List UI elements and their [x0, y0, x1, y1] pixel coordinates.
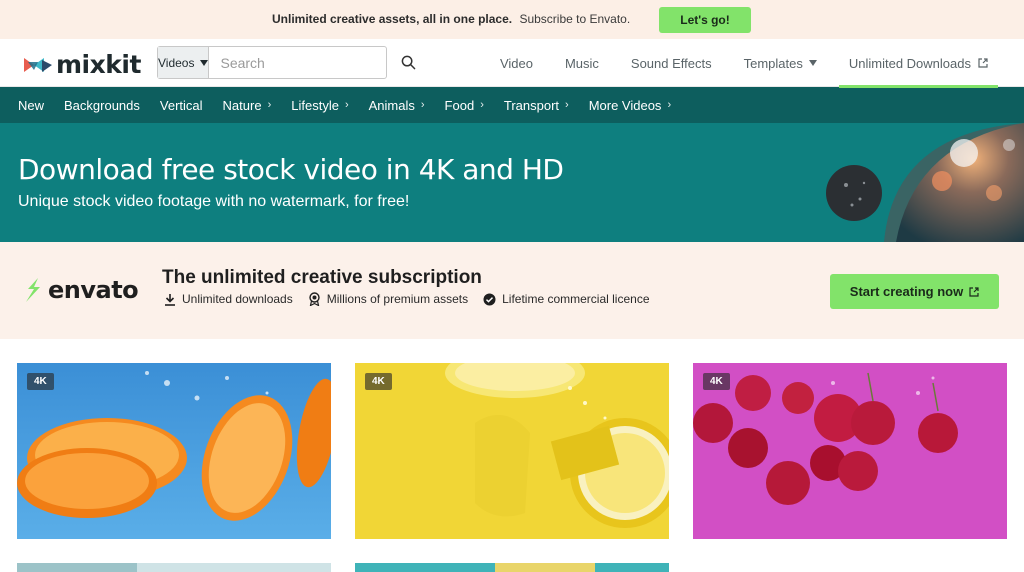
nav-unlimited-downloads[interactable]: Unlimited Downloads: [838, 39, 999, 88]
envato-title: The unlimited creative subscription: [162, 267, 482, 288]
promo-headline: Unlimited creative assets, all in one pl…: [272, 12, 513, 26]
video-card-lemons[interactable]: 4K: [355, 363, 669, 539]
chevron-right-icon: ›: [667, 99, 672, 111]
resolution-badge: 4K: [365, 373, 392, 390]
promo-bar: Unlimited creative assets, all in one pl…: [0, 0, 1024, 39]
category-food[interactable]: Food ›: [445, 98, 484, 113]
video-card-partial[interactable]: [355, 563, 669, 572]
search-category-label: Videos: [158, 55, 195, 70]
logo-wordmark: mixkit: [56, 50, 141, 79]
video-card-cherries[interactable]: 4K: [693, 363, 1007, 539]
video-card-oranges[interactable]: 4K: [17, 363, 331, 539]
nav-video-label: Video: [499, 55, 533, 71]
external-link-icon: [978, 58, 988, 68]
nav-music[interactable]: Music: [555, 39, 609, 87]
envato-promo-bar: envato The unlimited creative subscripti…: [0, 242, 1024, 339]
category-label: Backgrounds: [64, 97, 140, 113]
hero-decorative-image: [826, 123, 1024, 242]
search-button[interactable]: [401, 47, 416, 78]
category-label: Lifestyle: [291, 97, 339, 113]
feature-label: Unlimited downloads: [182, 292, 293, 306]
feature-commercial-licence: Lifetime commercial licence: [483, 292, 650, 306]
resolution-badge: 4K: [27, 373, 54, 390]
chevron-right-icon: ›: [267, 99, 272, 111]
category-label: More Videos: [588, 97, 662, 113]
hero-title: Download free stock video in 4K and HD: [18, 153, 564, 186]
download-icon: [165, 293, 175, 306]
mixkit-logo[interactable]: mixkit: [24, 50, 141, 79]
video-thumbnail: [355, 563, 669, 572]
category-vertical[interactable]: Vertical: [160, 98, 203, 113]
search-bar: Videos: [157, 46, 416, 79]
hero-subtitle: Unique stock video footage with no water…: [18, 193, 410, 210]
video-thumbnail: [693, 363, 1007, 539]
category-new[interactable]: New: [18, 98, 44, 113]
video-card-partial[interactable]: [17, 563, 331, 572]
chevron-right-icon: ›: [344, 99, 349, 111]
site-header: mixkit Videos Video Music Sound Effects …: [0, 39, 1024, 88]
category-transport[interactable]: Transport ›: [504, 98, 569, 113]
category-lifestyle[interactable]: Lifestyle ›: [291, 98, 348, 113]
category-label: Nature: [222, 97, 262, 113]
envato-features: Unlimited downloads Millions of premium …: [164, 292, 650, 306]
award-icon: [309, 292, 320, 306]
category-animals[interactable]: Animals ›: [369, 98, 425, 113]
category-label: Vertical: [159, 97, 203, 113]
start-creating-button[interactable]: Start creating now: [830, 274, 999, 309]
promo-subscribe-link[interactable]: Subscribe to Envato.: [519, 12, 630, 26]
hero-banner: Download free stock video in 4K and HD U…: [0, 123, 1024, 242]
category-backgrounds[interactable]: Backgrounds: [64, 98, 140, 113]
search-input[interactable]: [209, 47, 402, 78]
resolution-badge: 4K: [703, 373, 730, 390]
envato-wordmark: envato: [48, 276, 139, 304]
video-thumbnail: [17, 563, 331, 572]
caret-down-icon: [200, 59, 209, 66]
promo-text: Unlimited creative assets, all in one pl…: [272, 12, 652, 26]
category-label: Food: [444, 97, 475, 113]
feature-unlimited-downloads: Unlimited downloads: [164, 292, 293, 306]
nav-sound-effects-label: Sound Effects: [630, 55, 712, 71]
category-label: Animals: [368, 97, 415, 113]
feature-label: Lifetime commercial licence: [502, 292, 650, 306]
category-label: Transport: [503, 97, 560, 113]
category-bar: New Backgrounds Vertical Nature › Lifesty…: [0, 87, 1024, 123]
category-label: New: [18, 97, 45, 113]
main-nav: Video Music Sound Effects Templates Unli…: [490, 39, 999, 88]
nav-video[interactable]: Video: [490, 39, 543, 87]
video-thumbnail: [17, 363, 331, 539]
search-icon: [402, 55, 416, 70]
envato-leaf-icon: [26, 278, 40, 302]
nav-unlimited-downloads-label: Unlimited Downloads: [848, 55, 971, 71]
caret-down-icon: [808, 60, 817, 66]
nav-sound-effects[interactable]: Sound Effects: [621, 39, 722, 87]
check-badge-icon: [483, 293, 496, 305]
mixkit-logo-icon: [24, 57, 52, 72]
category-nature[interactable]: Nature ›: [223, 98, 272, 113]
search-category-select[interactable]: Videos: [158, 47, 210, 78]
nav-templates[interactable]: Templates: [734, 39, 827, 87]
external-link-icon: [969, 286, 979, 297]
start-creating-label: Start creating now: [849, 284, 964, 299]
video-thumbnail: [355, 363, 669, 539]
chevron-right-icon: ›: [420, 99, 425, 111]
video-grid: 4K 4K 4K: [0, 339, 1024, 572]
feature-label: Millions of premium assets: [326, 292, 469, 306]
chevron-right-icon: ›: [565, 99, 569, 111]
nav-music-label: Music: [564, 55, 599, 71]
nav-templates-label: Templates: [743, 55, 803, 71]
feature-premium-assets: Millions of premium assets: [308, 292, 468, 306]
lets-go-button[interactable]: Let's go!: [659, 7, 751, 33]
category-more-videos[interactable]: More Videos ›: [589, 98, 671, 113]
envato-logo[interactable]: envato: [24, 276, 139, 304]
chevron-right-icon: ›: [480, 99, 484, 111]
